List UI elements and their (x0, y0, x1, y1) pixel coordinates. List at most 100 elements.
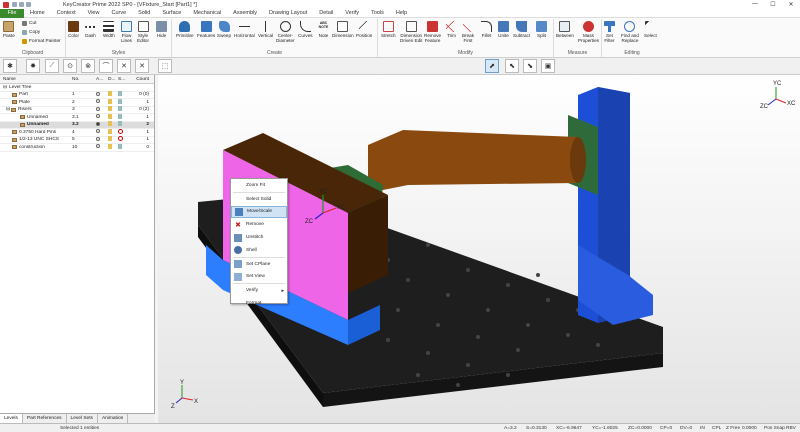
menu-item-zoom-fit[interactable]: Zoom Fit (231, 179, 287, 192)
tab-part-references[interactable]: Part References (23, 414, 67, 423)
menu-context[interactable]: Context (51, 9, 82, 18)
find-replace-button[interactable]: Find and Replace (621, 21, 639, 43)
collapse-icon[interactable]: ⊟ (3, 85, 7, 90)
menu-assembly[interactable]: Assembly (227, 9, 263, 18)
color-button[interactable]: Color (68, 21, 79, 38)
quick-save-icon[interactable] (12, 2, 17, 7)
tree-row[interactable]: Part 1 0 (0) (0, 91, 154, 99)
active-radio[interactable] (96, 121, 100, 126)
active-radio[interactable] (96, 136, 100, 141)
menu-drawing-layout[interactable]: Drawing Layout (263, 9, 313, 18)
menu-tools[interactable]: Tools (365, 9, 390, 18)
menu-curve[interactable]: Curve (105, 9, 132, 18)
quick-redo-icon[interactable] (26, 2, 31, 7)
col-display[interactable]: D... (108, 77, 118, 82)
select-chain-icon[interactable]: ⬊ (523, 59, 537, 73)
status-pos-snap[interactable]: Pos Snap (764, 426, 786, 431)
active-radio[interactable] (96, 129, 100, 134)
display-icon[interactable] (108, 136, 112, 142)
position-button[interactable]: Position (356, 21, 372, 38)
snap-tangent-icon[interactable]: ✕ (117, 59, 131, 73)
select-icon[interactable] (118, 98, 122, 104)
menu-detail[interactable]: Detail (313, 9, 339, 18)
col-select[interactable]: S... (118, 77, 128, 82)
tree-row-selected[interactable]: Unnamed 3.2 2 (0, 121, 154, 129)
active-radio[interactable] (96, 114, 100, 119)
menu-item-verify[interactable]: Verify ▸ (231, 284, 287, 297)
menu-home[interactable]: Home (24, 9, 51, 18)
snap-center-icon[interactable]: ✸ (26, 59, 40, 73)
curves-button[interactable]: Curves (298, 21, 313, 38)
tree-row[interactable]: ⊟ Risers 3 0 (2) (0, 106, 154, 114)
dash-button[interactable]: Dash (85, 21, 96, 38)
active-radio[interactable] (96, 91, 100, 96)
display-icon[interactable] (108, 113, 112, 119)
status-rbv[interactable]: RBV (786, 426, 800, 431)
menu-file[interactable]: File (0, 8, 24, 18)
center-diameter-button[interactable]: Center- Diameter (276, 21, 295, 43)
selection-mode-icon[interactable]: ⬚ (158, 59, 172, 73)
col-name[interactable]: Name (0, 77, 72, 82)
col-no[interactable]: No. (72, 77, 96, 82)
menu-help[interactable]: Help (390, 9, 413, 18)
note-button[interactable]: ABC NOTE Note (318, 21, 329, 38)
menu-solid[interactable]: Solid (132, 9, 156, 18)
menu-surface[interactable]: Surface (156, 9, 187, 18)
select-window-icon[interactable]: ⬉ (505, 59, 519, 73)
tree-row[interactable]: Unnamed 3.1 1 (0, 113, 154, 122)
cut-button[interactable]: Cut (22, 21, 36, 26)
select-button[interactable]: Select (644, 21, 657, 38)
status-dv[interactable]: DV=0 (680, 426, 700, 431)
menu-item-remove[interactable]: ✖ Remove (231, 218, 287, 231)
style-editor-button[interactable]: Style Editor (137, 21, 149, 43)
display-icon[interactable] (108, 128, 112, 134)
cylinder-body[interactable] (368, 130, 578, 193)
status-scale[interactable]: S=0.3130 (526, 426, 556, 431)
display-icon[interactable] (108, 98, 112, 104)
menu-item-shell[interactable]: Shell (231, 244, 287, 257)
col-active[interactable]: A... (96, 77, 108, 82)
tab-animation[interactable]: Animation (98, 414, 129, 423)
maximize-button[interactable]: ☐ (764, 1, 782, 8)
unite-button[interactable]: Unite (498, 21, 509, 38)
features-button[interactable]: Features (197, 21, 215, 38)
dimension-driven-edit-button[interactable]: Dimension Driven Edit (400, 21, 422, 43)
subtract-button[interactable]: Subtract (513, 21, 530, 38)
not-selectable-icon[interactable] (118, 128, 123, 134)
mass-properties-button[interactable]: Mass Properties (578, 21, 599, 43)
select-solid-icon[interactable]: ▣ (541, 59, 555, 73)
active-radio[interactable] (96, 106, 100, 111)
select-icon[interactable] (118, 121, 122, 127)
quick-undo-icon[interactable] (19, 2, 24, 7)
select-icon[interactable] (118, 106, 122, 112)
width-button[interactable]: Width (103, 21, 115, 38)
dimension-button[interactable]: Dimension (332, 21, 354, 38)
snap-intersection-icon[interactable]: ⊗ (81, 59, 95, 73)
break-first-button[interactable]: Break First (462, 21, 474, 43)
menu-item-set-cplane[interactable]: Set CPlane (231, 258, 287, 271)
paste-button[interactable]: Paste (3, 21, 15, 38)
active-radio[interactable] (96, 144, 100, 149)
tab-levels[interactable]: Levels (0, 414, 23, 423)
stretch-button[interactable]: Stretch (381, 21, 396, 38)
flow-lines-button[interactable]: Flow Lines (121, 21, 132, 43)
vertical-button[interactable]: Vertical (258, 21, 273, 38)
primitive-button[interactable]: Primitive (176, 21, 194, 38)
menu-item-set-view[interactable]: Set View (231, 271, 287, 284)
active-radio[interactable] (96, 99, 100, 104)
snap-end-icon[interactable]: ⟋ (45, 59, 59, 73)
menu-item-unstitch[interactable]: Unstitch (231, 231, 287, 244)
format-painter-button[interactable]: Format Painter (22, 39, 61, 44)
status-zfree[interactable]: Z Free (726, 426, 742, 431)
display-icon[interactable] (108, 91, 112, 97)
tree-row[interactable]: construction 10 0 (0, 143, 154, 152)
trim-button[interactable]: Trim (446, 21, 457, 38)
select-entity-icon[interactable]: ⬈ (485, 59, 499, 73)
close-button[interactable]: ✕ (782, 1, 800, 8)
remove-feature-button[interactable]: Remove Feature (424, 21, 441, 43)
tree-row[interactable]: ⊟ Level Tree (0, 84, 154, 92)
tab-level-sets[interactable]: Level Sets (67, 414, 98, 423)
display-icon[interactable] (108, 121, 112, 127)
status-active-level[interactable]: A=3.2 (504, 426, 526, 431)
display-icon[interactable] (108, 143, 112, 149)
